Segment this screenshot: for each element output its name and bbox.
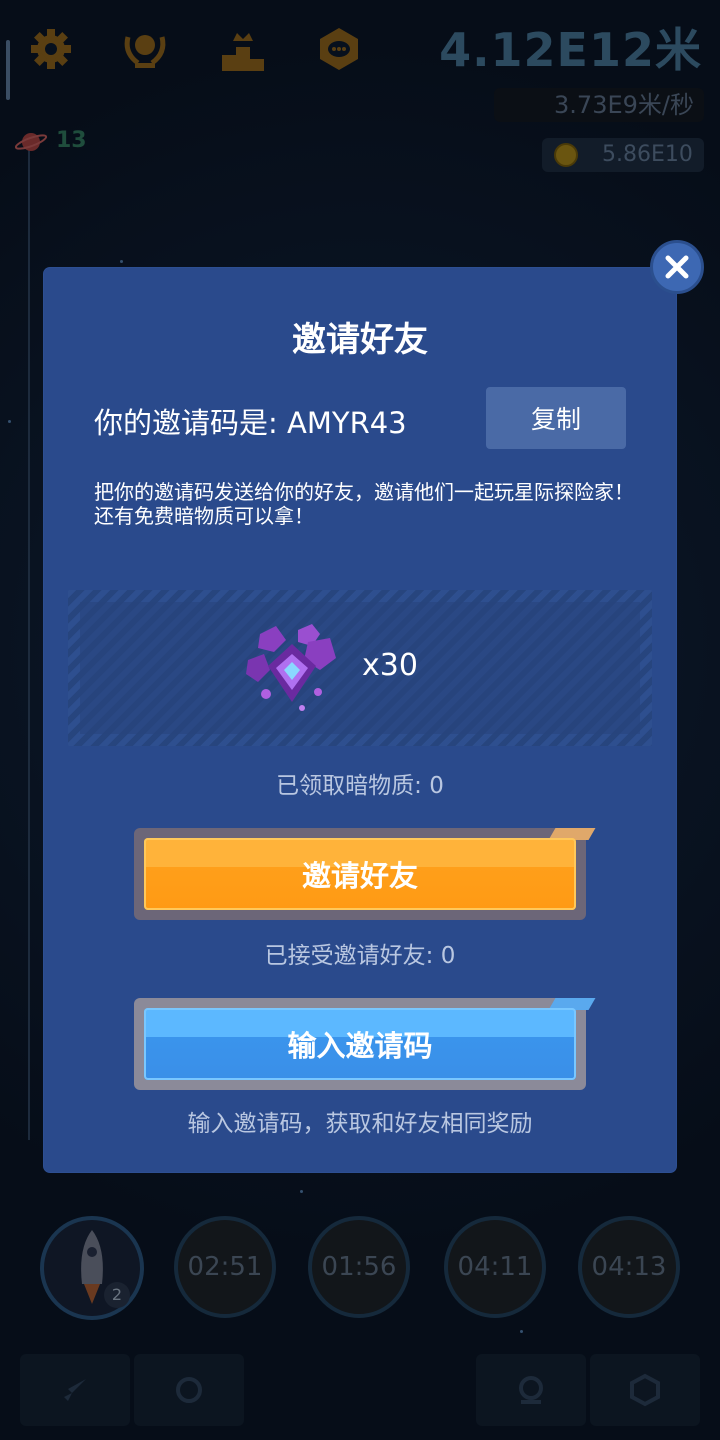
enter-invite-code-button[interactable]: 输入邀请码 bbox=[144, 1008, 576, 1080]
settings-tab-icon bbox=[630, 1373, 660, 1407]
dialog-title: 邀请好友 bbox=[292, 320, 428, 360]
laurel-medal-icon[interactable] bbox=[118, 22, 172, 76]
invite-button-frame: 邀请好友 bbox=[134, 828, 596, 920]
distance-progress-track bbox=[28, 150, 30, 1140]
boost-timer[interactable]: 02:51 bbox=[174, 1216, 276, 1318]
tab-upgrade[interactable] bbox=[134, 1354, 244, 1426]
planet-icon bbox=[14, 128, 48, 160]
dark-matter-icon bbox=[246, 620, 342, 718]
podium-icon[interactable] bbox=[216, 22, 270, 76]
claimed-dark-matter: 已领取暗物质: 0 bbox=[276, 773, 444, 799]
tab-settings[interactable] bbox=[590, 1354, 700, 1426]
coin-icon bbox=[554, 143, 578, 167]
gear-icon[interactable] bbox=[24, 22, 78, 76]
invite-friends-button[interactable]: 邀请好友 bbox=[144, 838, 576, 910]
boost-timer[interactable]: 04:11 bbox=[444, 1216, 546, 1318]
rocket-count-badge: 2 bbox=[104, 1282, 130, 1308]
side-handle[interactable] bbox=[6, 40, 10, 100]
boost-timer[interactable]: 01:56 bbox=[308, 1216, 410, 1318]
close-button[interactable] bbox=[650, 240, 704, 294]
chat-badge-icon[interactable] bbox=[312, 22, 366, 76]
tab-rocket[interactable] bbox=[20, 1354, 130, 1426]
invite-code-label: 你的邀请码是: AMYR43 bbox=[94, 406, 407, 440]
reward-count: x30 bbox=[362, 648, 418, 683]
accepted-invites: 已接受邀请好友: 0 bbox=[264, 943, 456, 969]
tab-portal[interactable] bbox=[476, 1354, 586, 1426]
close-icon bbox=[665, 255, 689, 279]
enter-code-hint: 输入邀请码，获取和好友相同奖励 bbox=[187, 1111, 533, 1137]
distance-display: 4.12E12米 bbox=[439, 23, 702, 77]
cog-tab-icon bbox=[176, 1377, 202, 1403]
boost-timer[interactable]: 04:13 bbox=[578, 1216, 680, 1318]
invite-dialog: 邀请好友 你的邀请码是: AMYR43 复制 把你的邀请码发送给你的好友，邀请他… bbox=[44, 268, 676, 1172]
invite-description: 把你的邀请码发送给你的好友，邀请他们一起玩星际探险家！还有免费暗物质可以拿！ bbox=[94, 480, 634, 528]
enter-code-button-frame: 输入邀请码 bbox=[134, 998, 596, 1090]
speed-display: 3.73E9米/秒 bbox=[494, 88, 704, 122]
rocket-tab-icon bbox=[64, 1379, 86, 1401]
level-number: 13 bbox=[56, 128, 87, 153]
coin-counter: 5.86E10 bbox=[542, 138, 704, 172]
coin-amount: 5.86E10 bbox=[602, 142, 693, 167]
portal-tab-icon bbox=[519, 1376, 543, 1404]
rocket-slot[interactable] bbox=[40, 1216, 144, 1320]
copy-button[interactable]: 复制 bbox=[486, 387, 626, 449]
reward-panel bbox=[68, 590, 652, 746]
